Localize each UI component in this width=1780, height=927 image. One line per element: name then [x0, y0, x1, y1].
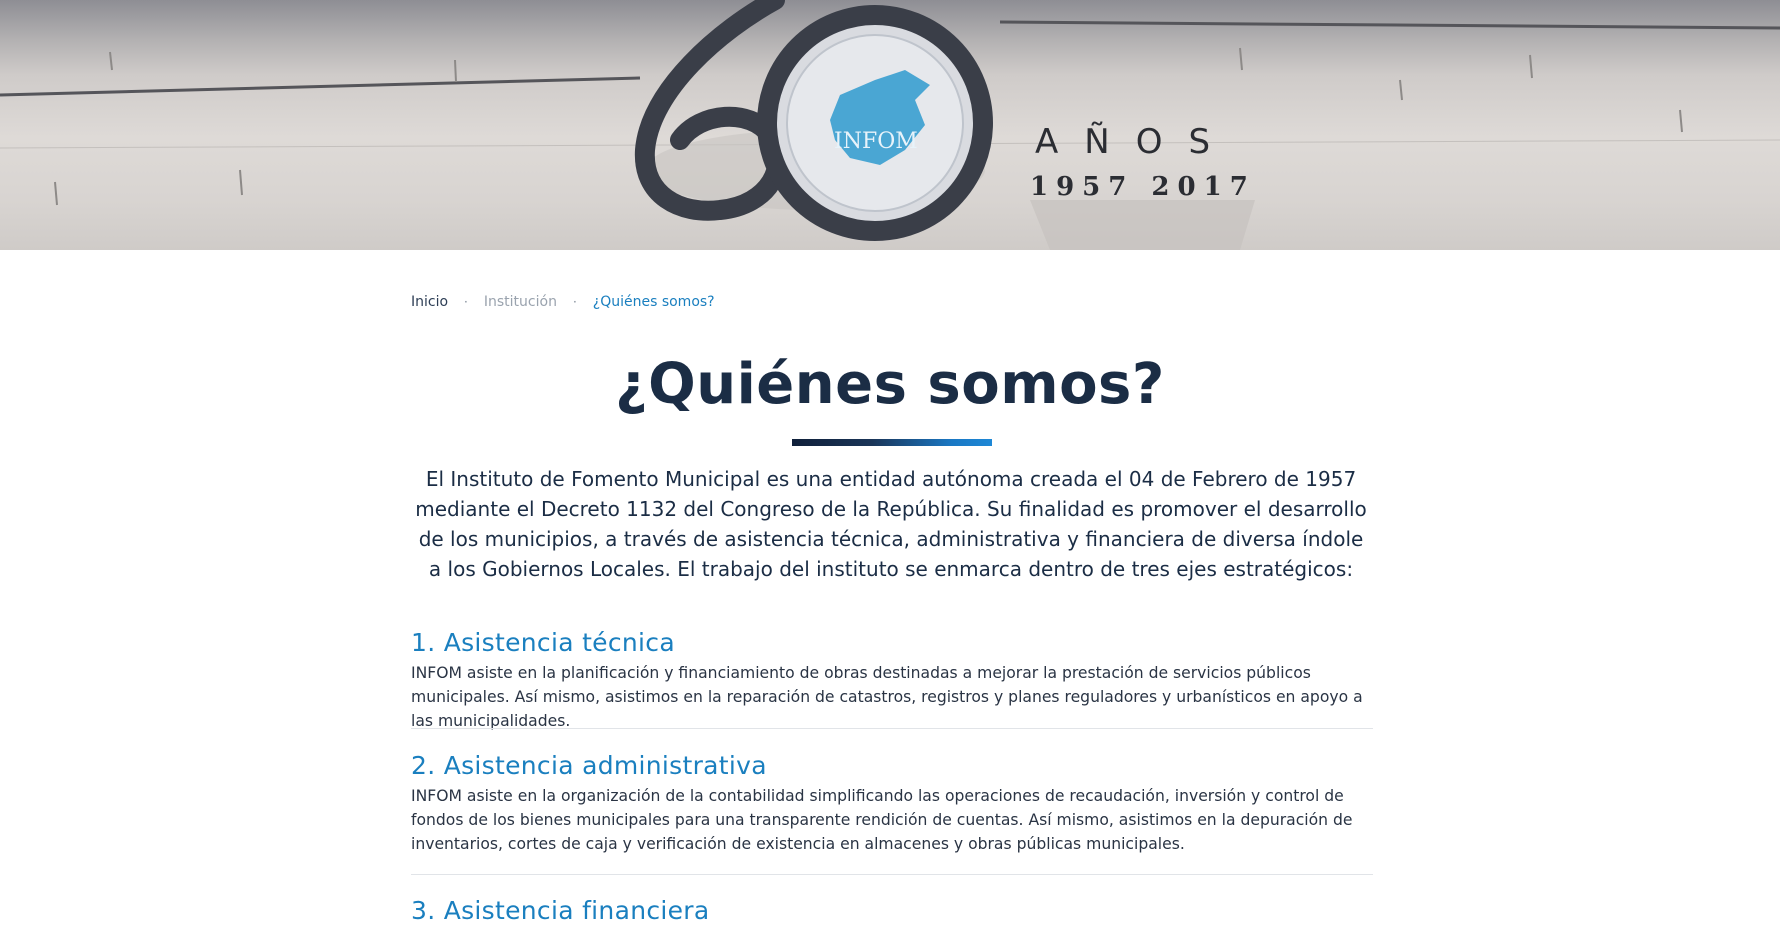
hero-sign-word: AÑOS: [1035, 122, 1236, 162]
breadcrumb-current: ¿Quiénes somos?: [592, 294, 715, 310]
section-title: 2. Asistencia administrativa: [411, 751, 767, 780]
section-body: INFOM asiste en la planificación y finan…: [411, 664, 1363, 730]
page-title: ¿Quiénes somos?: [615, 352, 1165, 417]
hero-photo: INFOM AÑOS 1957 2017: [0, 0, 1780, 250]
hero-logo-text: INFOM: [834, 129, 918, 154]
section-body: INFOM asiste en la organización de la co…: [411, 787, 1353, 853]
breadcrumb-separator: ·: [572, 295, 577, 309]
hero-sign-years: 1957 2017: [1030, 172, 1256, 202]
breadcrumb: Inicio · Institución · ¿Quiénes somos?: [411, 294, 715, 310]
hero-banner: INFOM AÑOS 1957 2017: [0, 0, 1780, 250]
section-asistencia-administrativa: 2. Asistencia administrativa INFOM asist…: [411, 750, 1373, 856]
section-title: 1. Asistencia técnica: [411, 628, 675, 657]
breadcrumb-home-link[interactable]: Inicio: [411, 294, 448, 310]
section-divider: [411, 728, 1373, 729]
section-asistencia-financiera: 3. Asistencia financiera: [411, 895, 1373, 927]
breadcrumb-institucion-link[interactable]: Institución: [484, 294, 557, 310]
section-divider: [411, 874, 1373, 875]
section-asistencia-tecnica: 1. Asistencia técnica INFOM asiste en la…: [411, 627, 1373, 733]
title-underline: [792, 439, 992, 446]
intro-paragraph: El Instituto de Fomento Municipal es una…: [415, 467, 1367, 581]
breadcrumb-separator: ·: [464, 295, 468, 309]
section-title: 3. Asistencia financiera: [411, 896, 710, 925]
